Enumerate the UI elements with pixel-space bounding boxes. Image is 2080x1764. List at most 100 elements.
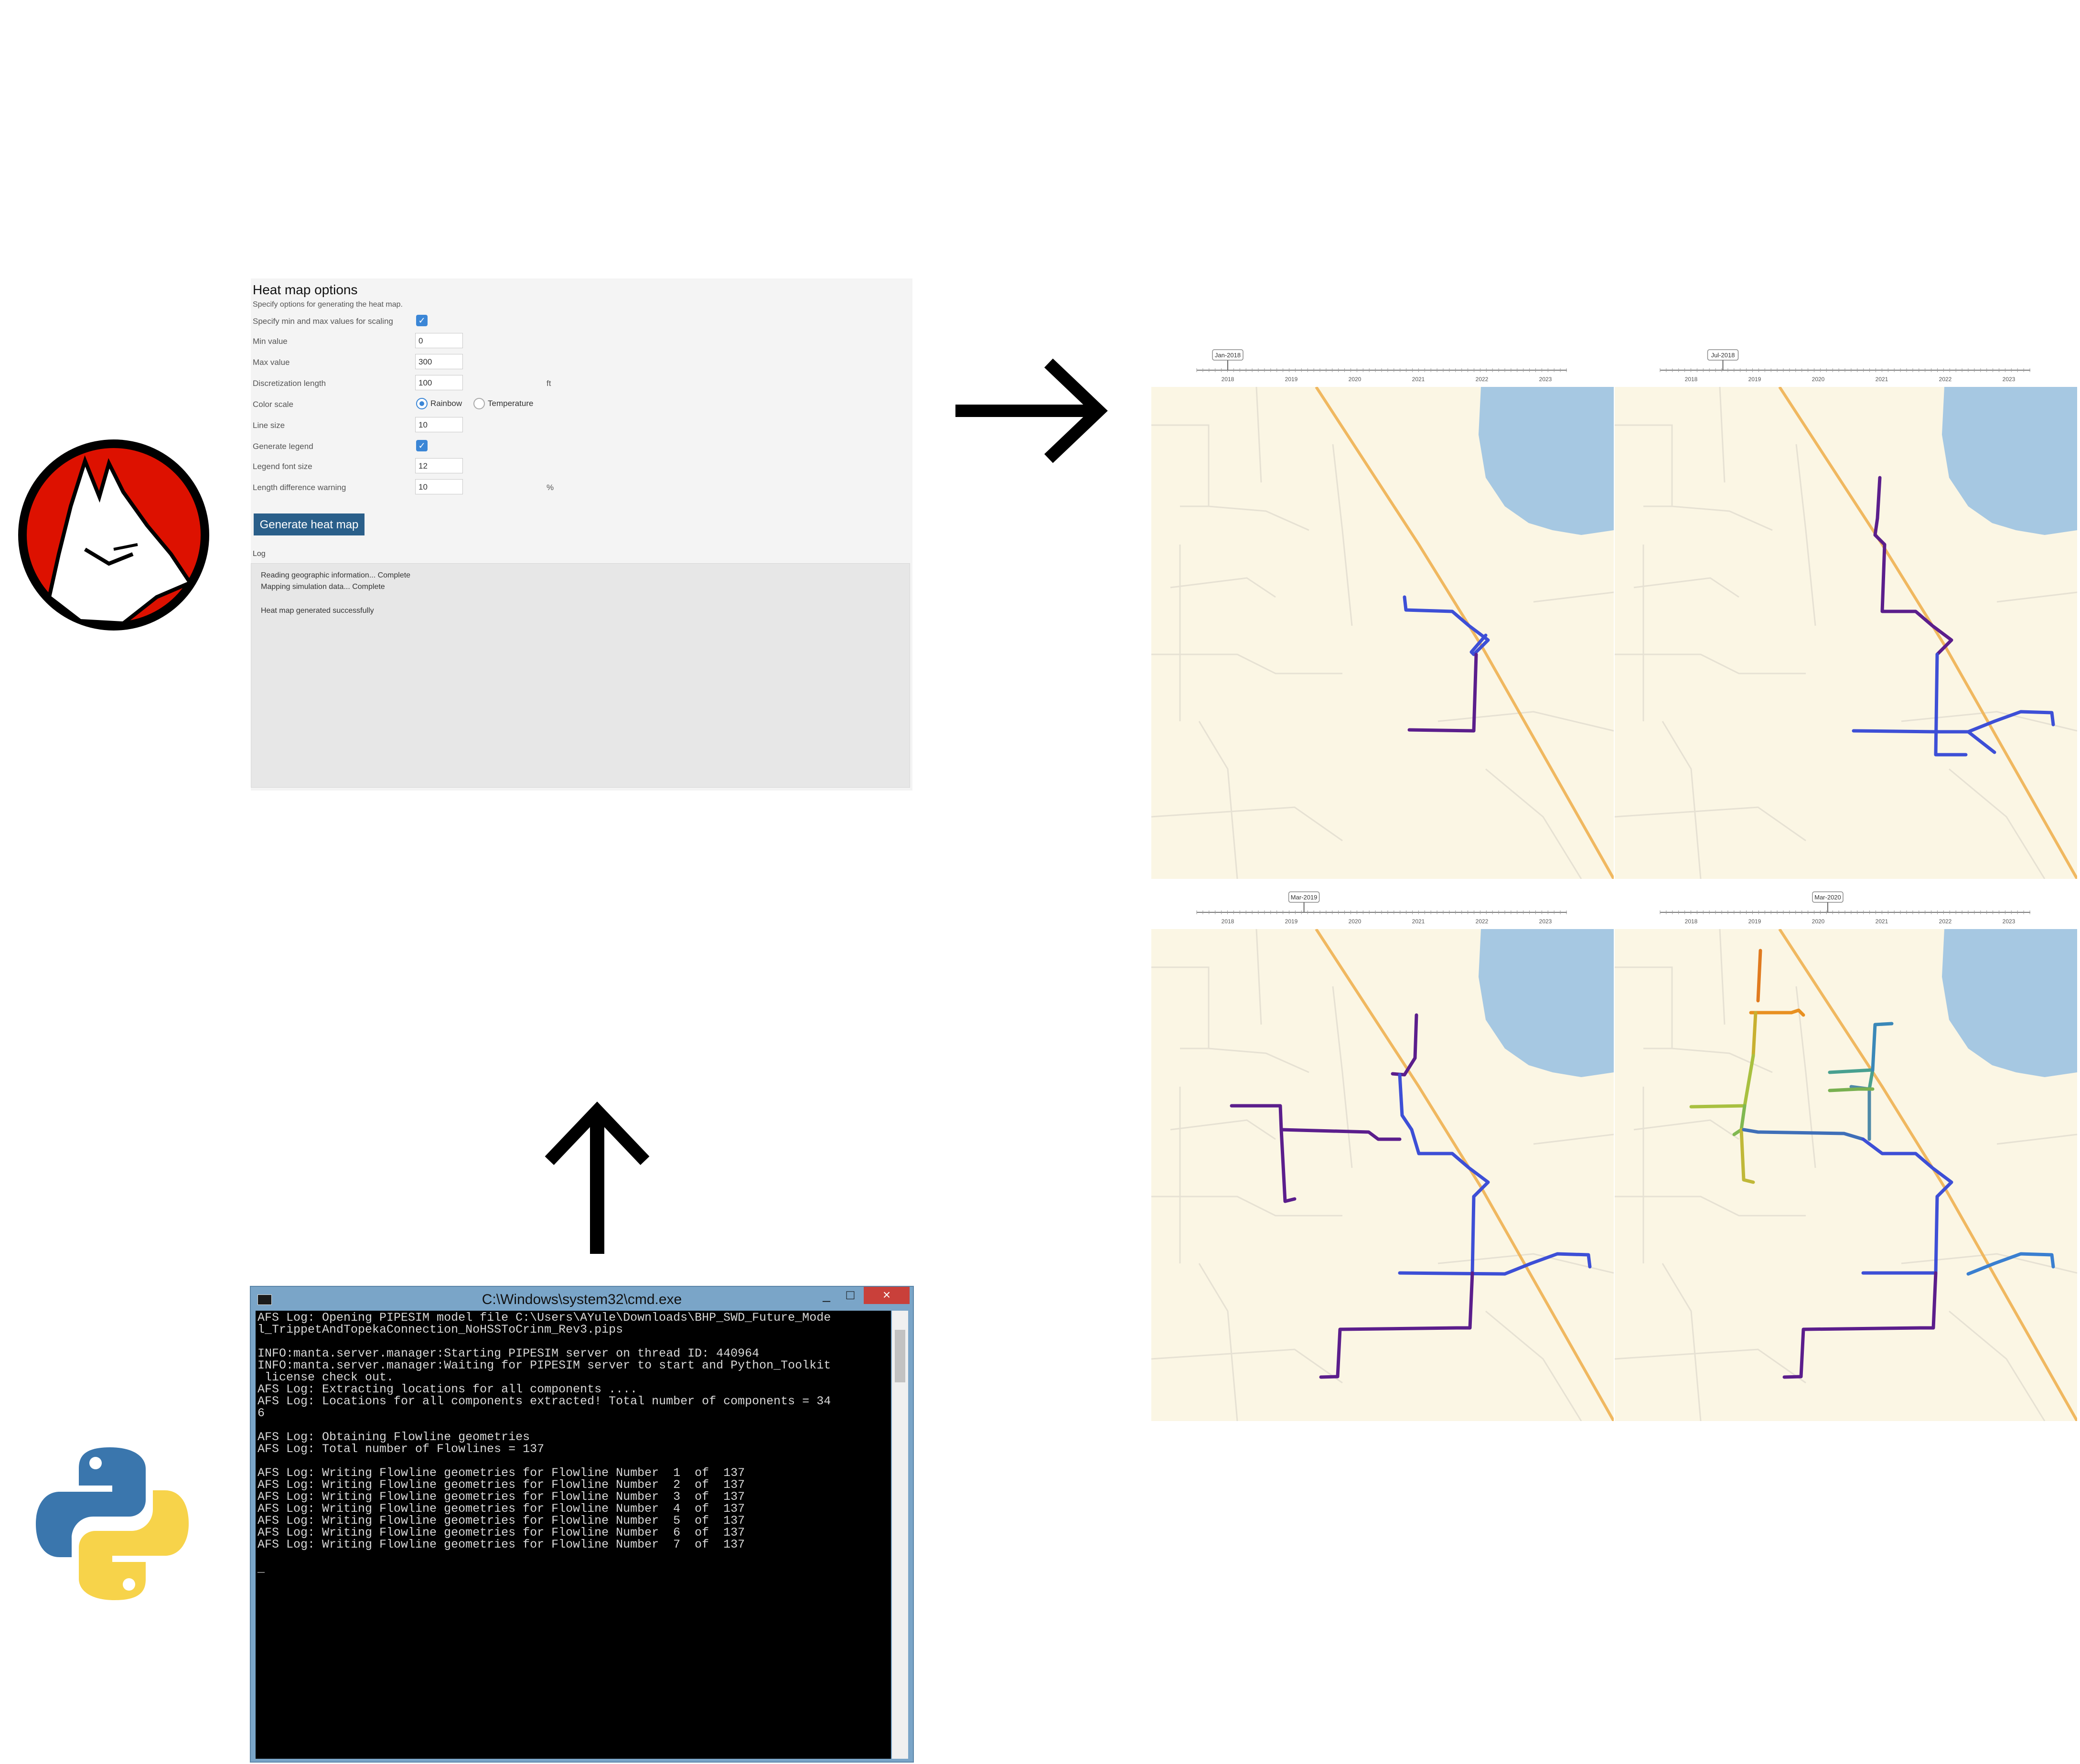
timeline-year-label: 2023 [1539, 376, 1552, 383]
map-road [1615, 1348, 1806, 1384]
console-line: AFS Log: Locations for all components ex… [257, 1394, 831, 1408]
console-line: AFS Log: Writing Flowline geometries for… [257, 1478, 745, 1492]
console-output[interactable]: AFS Log: Opening PIPESIM model file C:\U… [256, 1311, 891, 1759]
pipeline-segment [1398, 1252, 1592, 1276]
generate-legend-checkbox[interactable]: ✓ [416, 440, 428, 451]
map-panel-4: 2018 2019 2020 2021 2022 2023 Mar-2020 [1615, 886, 2077, 1421]
map-road [1615, 424, 1673, 507]
timeline-year-label: 2022 [1476, 376, 1489, 383]
map-road [1615, 806, 1806, 842]
timeline-year-label: 2021 [1876, 376, 1888, 383]
pipeline-segment [1852, 710, 2055, 734]
rainbow-radio[interactable] [416, 398, 428, 409]
options-title: Heat map options [253, 282, 358, 297]
timeline: 2018 2019 2020 2021 2022 2023 Jul-2018 [1660, 349, 2030, 383]
specify-minmax-label: Specify min and max values for scaling [253, 317, 393, 326]
console-line: AFS Log: Extracting locations for all co… [257, 1382, 638, 1396]
map-lake [1479, 387, 1614, 535]
pipeline-segment [1230, 1104, 1402, 1141]
map-road [1485, 768, 1582, 879]
legend-font-input[interactable]: 12 [415, 458, 463, 473]
minimize-button[interactable]: _ [815, 1287, 838, 1304]
arrow-right-icon [955, 358, 1108, 463]
discretization-label: Discretization length [253, 379, 326, 388]
console-line: AFS Log: Writing Flowline geometries for… [257, 1538, 745, 1551]
legend-font-label: Legend font size [253, 462, 312, 471]
map-road [1996, 1133, 2077, 1145]
log-line: Reading geographic information... Comple… [261, 571, 411, 579]
log-label: Log [253, 550, 266, 558]
console-line: license check out. [257, 1370, 394, 1384]
map-road [1255, 929, 1262, 1025]
timeline-year-label: 2019 [1285, 376, 1298, 383]
console-title: C:\Windows\system32\cmd.exe [482, 1292, 682, 1307]
pipeline-segment [1849, 1085, 1871, 1141]
max-value-input[interactable]: 300 [415, 354, 463, 369]
console-window: C:\Windows\system32\cmd.exe _ □ × AFS Lo… [250, 1286, 914, 1763]
console-line: INFO:manta.server.manager:Starting PIPES… [257, 1347, 760, 1360]
wolfram-logo [18, 439, 209, 631]
map-road [1151, 424, 1210, 507]
timeline-year-label: 2021 [1412, 918, 1425, 925]
maximize-button[interactable]: □ [838, 1287, 862, 1304]
timeline-year-label: 2019 [1748, 918, 1761, 925]
map-road [1633, 1119, 1739, 1140]
timeline-year-label: 2022 [1939, 918, 1952, 925]
console-line: INFO:manta.server.manager:Waiting for PI… [257, 1358, 831, 1372]
timeline: 2018 2019 2020 2021 2022 2023 Mar-2019 [1196, 891, 1567, 925]
map-area [1151, 387, 1614, 879]
length-diff-label: Length difference warning [253, 483, 346, 492]
timeline-year-label: 2020 [1349, 918, 1362, 925]
console-line: AFS Log: Writing Flowline geometries for… [257, 1502, 745, 1516]
map-road [1151, 806, 1343, 842]
log-box: Reading geographic information... Comple… [251, 563, 910, 788]
line-size-label: Line size [253, 421, 285, 430]
scrollbar-thumb[interactable] [895, 1330, 905, 1382]
timeline-year-label: 2018 [1685, 918, 1698, 925]
console-titlebar[interactable]: C:\Windows\system32\cmd.exe _ □ × [251, 1287, 913, 1311]
map-road [1795, 986, 1816, 1168]
pipeline-segment [1751, 1011, 1758, 1058]
timeline-year-label: 2019 [1285, 918, 1298, 925]
specify-minmax-row: Specify min and max values for scaling ✓ [253, 313, 683, 330]
map-lake [1942, 387, 2077, 535]
console-line: AFS Log: Total number of Flowlines = 137 [257, 1442, 545, 1456]
console-scrollbar[interactable] [892, 1311, 908, 1759]
generate-heatmap-button[interactable]: Generate heat map [254, 513, 365, 535]
min-value-input[interactable]: 0 [415, 333, 463, 348]
specify-minmax-checkbox[interactable]: ✓ [416, 315, 428, 326]
discretization-input[interactable]: 100 [415, 375, 463, 390]
timeline-date-label: Mar-2019 [1291, 894, 1318, 901]
close-button[interactable]: × [864, 1287, 910, 1304]
map-road [1198, 1263, 1238, 1421]
timeline-year-label: 2022 [1476, 918, 1489, 925]
map-road [1719, 387, 1726, 483]
map-road [1662, 1263, 1702, 1421]
map-road [1151, 1348, 1343, 1384]
map-road [1332, 986, 1353, 1168]
length-diff-unit: % [547, 483, 554, 492]
pipeline-segment [1689, 1054, 1755, 1109]
pipeline-segment [1966, 730, 1996, 754]
timeline-year-label: 2021 [1876, 918, 1888, 925]
map-panel-2: 2018 2019 2020 2021 2022 2023 Jul-2018 [1615, 344, 2077, 879]
discretization-row: Discretization length 100 ft [253, 375, 683, 392]
console-line: AFS Log: Writing Flowline geometries for… [257, 1526, 745, 1539]
pipeline-segment [1470, 1195, 1476, 1275]
map-lake [1942, 929, 2077, 1077]
min-value-label: Min value [253, 337, 288, 346]
arrow-up-icon [545, 1101, 650, 1254]
map-area [1151, 929, 1614, 1421]
log-line: Heat map generated successfully [261, 607, 374, 615]
map-road [1633, 577, 1739, 598]
console-line: AFS Log: Opening PIPESIM model file C:\U… [257, 1311, 831, 1325]
color-scale-label: Color scale [253, 400, 294, 409]
pipeline-segment [1319, 1271, 1474, 1379]
map-road [1170, 1119, 1276, 1140]
options-subtitle: Specify options for generating the heat … [253, 300, 403, 309]
temperature-radio[interactable] [473, 398, 485, 409]
generate-legend-label: Generate legend [253, 442, 313, 451]
temperature-label: Temperature [488, 399, 534, 408]
length-diff-input[interactable]: 10 [415, 479, 463, 494]
line-size-input[interactable]: 10 [415, 417, 463, 432]
